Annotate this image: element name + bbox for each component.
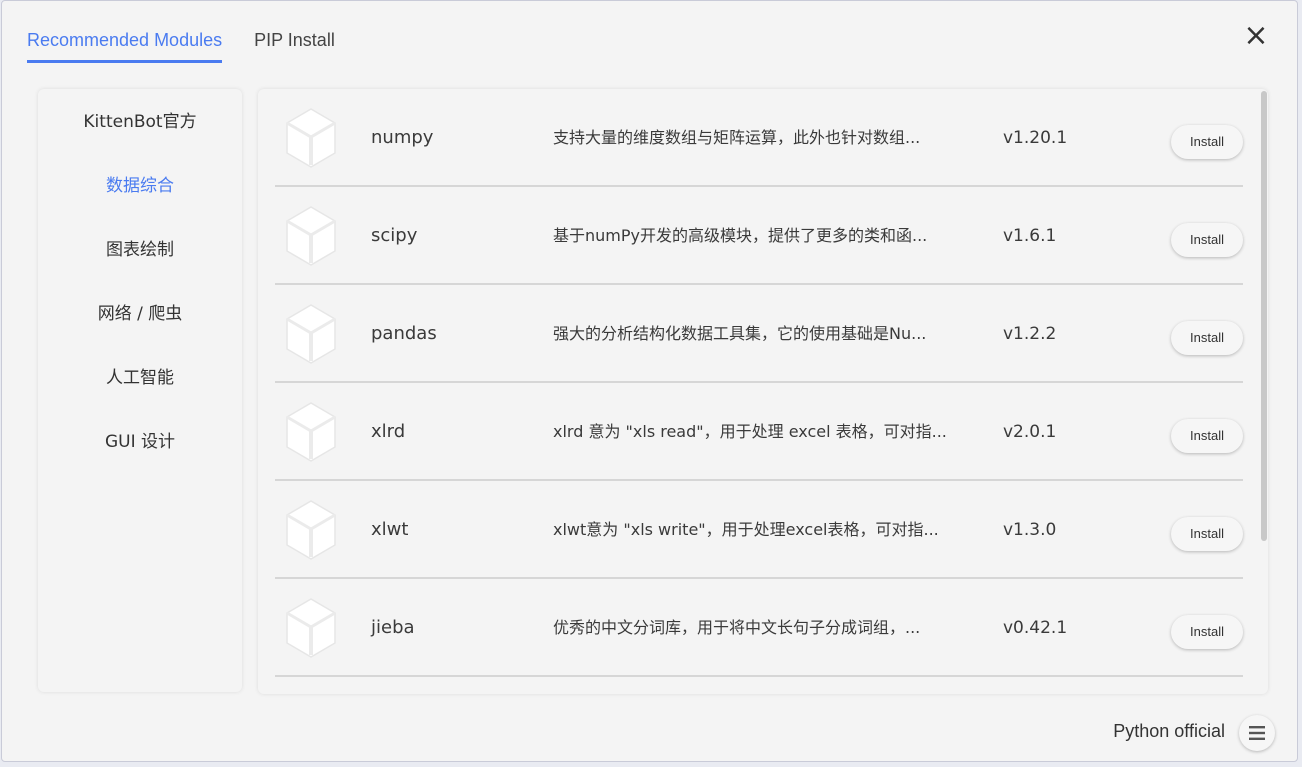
module-description: 强大的分析结构化数据工具集，它的使用基础是Nu... (553, 324, 927, 343)
module-version: v1.20.1 (1003, 128, 1068, 148)
sidebar-item-gui[interactable]: GUI 设计 (38, 409, 242, 473)
package-cube-icon (286, 206, 336, 266)
module-manager-dialog: Recommended Modules PIP Install × Kitten… (1, 0, 1298, 762)
module-row: pandas 强大的分析结构化数据工具集，它的使用基础是Nu... v1.2.2… (275, 285, 1243, 383)
sidebar-item-kittenbot[interactable]: KittenBot官方 (38, 89, 242, 153)
module-description: 支持大量的维度数组与矩阵运算，此外也针对数组... (553, 128, 921, 147)
tab-recommended-modules[interactable]: Recommended Modules (27, 27, 223, 63)
module-description: 优秀的中文分词库，用于将中文长句子分成词组，... (553, 618, 921, 637)
sidebar-item-charts[interactable]: 图表绘制 (38, 217, 242, 281)
package-cube-icon (286, 402, 336, 462)
module-version: v1.6.1 (1003, 226, 1057, 246)
module-name: xlrd (371, 421, 406, 442)
package-cube-icon (286, 108, 336, 168)
module-version: v1.2.2 (1003, 324, 1057, 344)
install-button[interactable]: Install (1171, 517, 1243, 551)
module-list: numpy 支持大量的维度数组与矩阵运算，此外也针对数组... v1.20.1 … (258, 89, 1268, 694)
module-row: numpy 支持大量的维度数组与矩阵运算，此外也针对数组... v1.20.1 … (275, 89, 1243, 187)
module-version: v2.0.1 (1003, 422, 1057, 442)
menu-lines-icon (1249, 726, 1265, 740)
module-row: xlrd xlrd 意为 "xls read"，用于处理 excel 表格，可对… (275, 383, 1243, 481)
tab-pip-install[interactable]: PIP Install (254, 27, 335, 63)
install-button[interactable]: Install (1171, 125, 1243, 159)
install-button[interactable]: Install (1171, 419, 1243, 453)
module-name: pandas (371, 323, 437, 344)
module-version: v1.3.0 (1003, 520, 1057, 540)
module-row: xlwt xlwt意为 "xls write"，用于处理excel表格，可对指.… (275, 481, 1243, 579)
module-name: numpy (371, 127, 434, 148)
package-cube-icon (286, 598, 336, 658)
sidebar-item-data[interactable]: 数据综合 (38, 153, 242, 217)
module-name: jieba (371, 617, 415, 638)
sidebar-item-ai[interactable]: 人工智能 (38, 345, 242, 409)
module-name: scipy (371, 225, 418, 246)
hamburger-menu-icon[interactable] (1239, 715, 1275, 751)
install-button[interactable]: Install (1171, 321, 1243, 355)
module-row: scipy 基于numPy开发的高级模块，提供了更多的类和函... v1.6.1… (275, 187, 1243, 285)
package-cube-icon (286, 304, 336, 364)
sidebar-item-network[interactable]: 网络 / 爬虫 (38, 281, 242, 345)
module-row: jieba 优秀的中文分词库，用于将中文长句子分成词组，... v0.42.1 … (275, 579, 1243, 677)
close-icon[interactable]: × (1241, 21, 1271, 51)
module-description: xlwt意为 "xls write"，用于处理excel表格，可对指... (553, 520, 939, 539)
module-description: xlrd 意为 "xls read"，用于处理 excel 表格，可对指... (553, 422, 947, 441)
module-name: xlwt (371, 519, 409, 540)
module-version: v0.42.1 (1003, 618, 1068, 638)
category-sidebar: KittenBot官方 数据综合 图表绘制 网络 / 爬虫 人工智能 GUI 设… (38, 89, 242, 692)
package-cube-icon (286, 500, 336, 560)
source-label: Python official (1113, 721, 1225, 741)
module-description: 基于numPy开发的高级模块，提供了更多的类和函... (553, 226, 928, 245)
list-scrollbar[interactable] (1261, 91, 1267, 541)
install-button[interactable]: Install (1171, 223, 1243, 257)
tab-bar: Recommended Modules PIP Install (27, 27, 367, 63)
install-button[interactable]: Install (1171, 615, 1243, 649)
